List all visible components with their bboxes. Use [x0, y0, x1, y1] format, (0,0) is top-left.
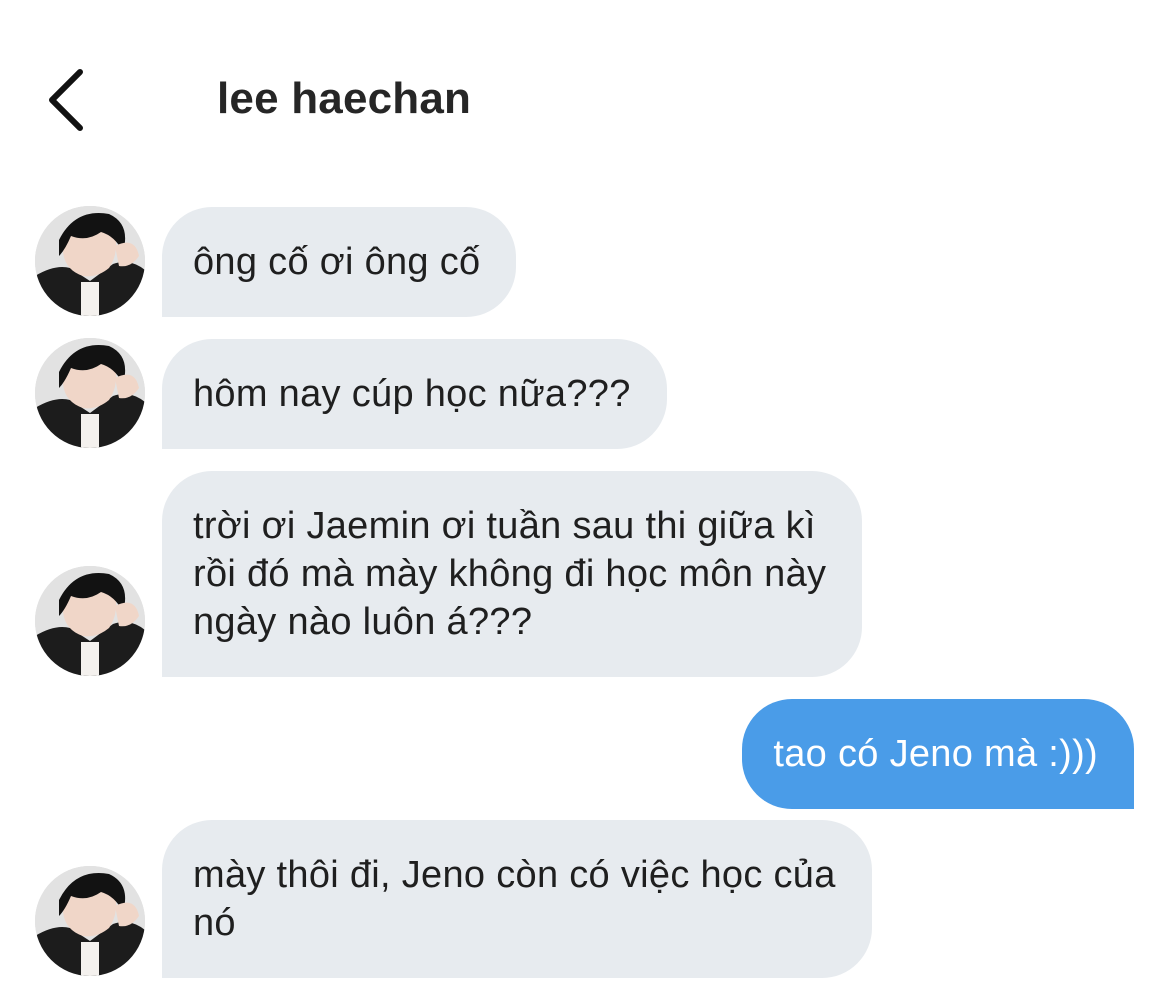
avatar[interactable]	[35, 338, 145, 448]
avatar[interactable]	[35, 566, 145, 676]
message-bubble[interactable]: hôm nay cúp học nữa???	[162, 339, 667, 449]
message-bubble-outgoing[interactable]: tao có Jeno mà :)))	[742, 699, 1134, 809]
message-bubble[interactable]: ông cố ơi ông cố	[162, 207, 517, 317]
message-bubble[interactable]: mày thôi đi, Jeno còn có việc học của nó	[162, 820, 872, 978]
chevron-left-icon	[49, 69, 83, 131]
message-bubble[interactable]: trời ơi Jaemin ơi tuần sau thi giữa kì r…	[162, 471, 863, 677]
back-button[interactable]	[38, 66, 98, 134]
avatar[interactable]	[35, 866, 145, 976]
avatar[interactable]	[35, 206, 145, 316]
contact-name[interactable]: lee haechan	[217, 72, 471, 126]
chat-header: lee haechan	[0, 0, 1169, 190]
